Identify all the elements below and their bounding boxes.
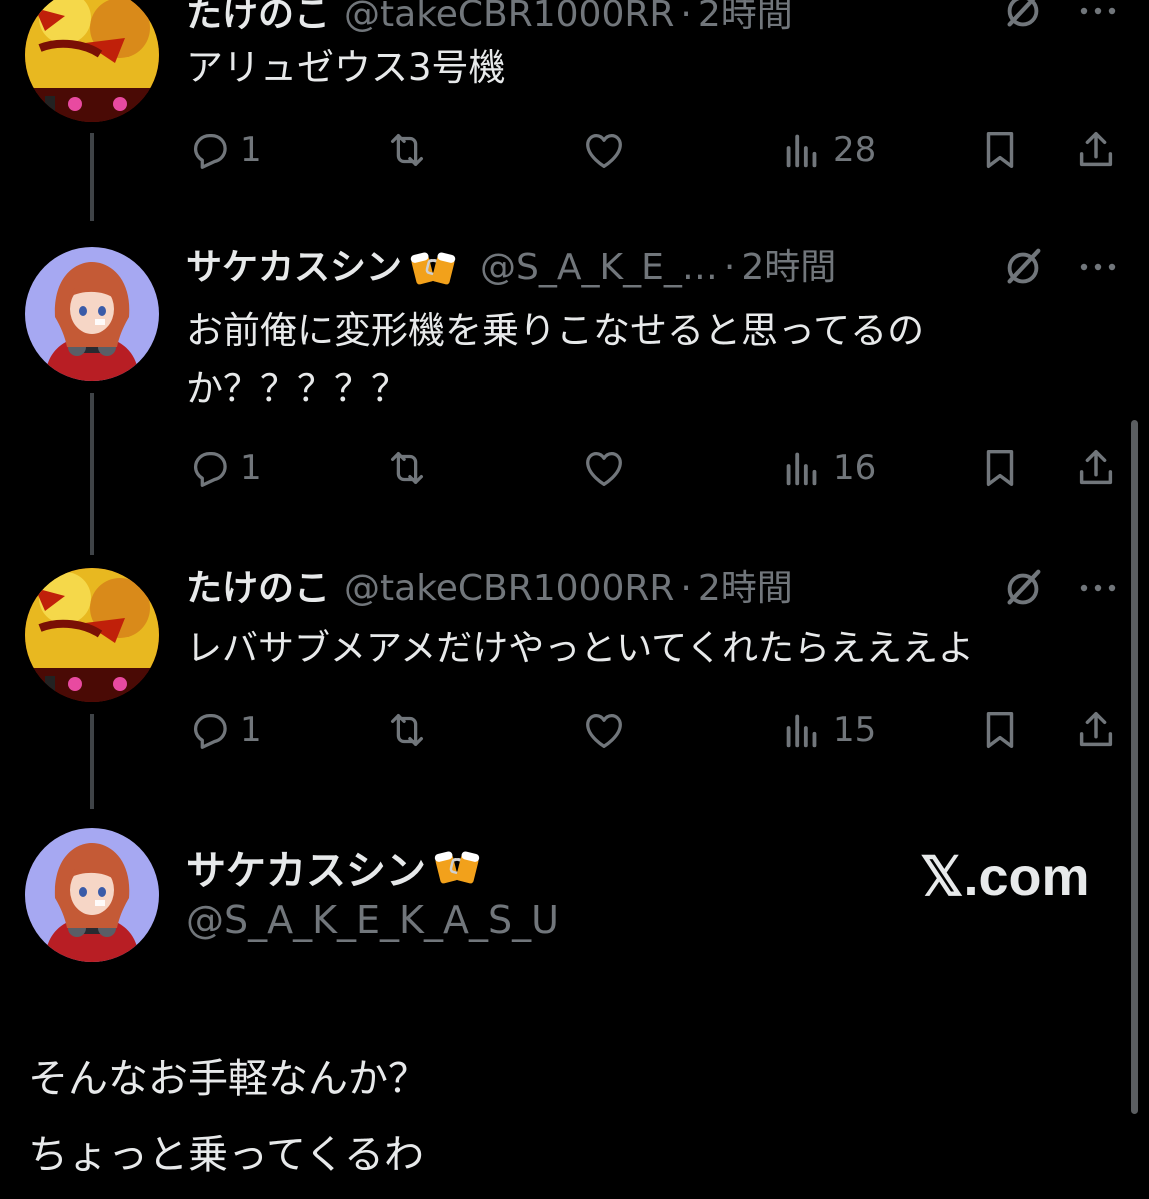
tweet-text-line: ちょっと乗ってくるわ — [28, 1132, 424, 1178]
separator: · — [680, 568, 692, 609]
retweet-icon — [384, 707, 430, 753]
display-name[interactable]: たけのこ — [186, 562, 330, 616]
share-button[interactable] — [1073, 705, 1119, 755]
timestamp[interactable]: 2時間 — [698, 0, 793, 42]
grok-icon[interactable] — [1000, 245, 1046, 291]
tweet-text-line: アリュゼウス3号機 — [186, 46, 506, 89]
pachinko-avatar-image — [25, 568, 159, 702]
grok-icon[interactable] — [1000, 566, 1046, 612]
reply-count: 1 — [240, 710, 262, 750]
tweet-text-line: レバサブメアメだけやっといてくれたらえええよ — [186, 628, 975, 669]
action-bar: 1 16 — [0, 443, 1149, 493]
reply-icon — [186, 127, 232, 173]
avatar[interactable] — [25, 0, 159, 122]
beer-emoji — [432, 846, 482, 888]
share-button[interactable] — [1073, 443, 1119, 493]
retweet-button[interactable] — [384, 125, 430, 175]
avatar[interactable] — [25, 247, 159, 381]
tweet-text-line: か？？？？？ — [186, 367, 408, 410]
like-icon — [581, 127, 627, 173]
views-count: 28 — [833, 130, 877, 170]
tweet-text: アリュゼウス3号機 — [186, 39, 1086, 97]
pachinko-avatar-image — [25, 0, 159, 122]
user-handle[interactable]: @takeCBR1000RR — [344, 0, 674, 42]
reply-button[interactable]: 1 — [186, 125, 262, 175]
avatar[interactable] — [25, 828, 159, 962]
bookmark-button[interactable] — [977, 443, 1023, 493]
user-handle[interactable]: @S_A_K_E_… — [480, 241, 718, 295]
tweet-header: たけのこ @takeCBR1000RR · 2時間 — [186, 0, 793, 42]
share-button[interactable] — [1073, 125, 1119, 175]
retweet-icon — [384, 445, 430, 491]
avatar[interactable] — [25, 568, 159, 702]
bookmark-button[interactable] — [977, 705, 1023, 755]
reply-button[interactable]: 1 — [186, 705, 262, 755]
views-icon — [779, 445, 825, 491]
reply-icon — [186, 707, 232, 753]
retweet-button[interactable] — [384, 705, 430, 755]
reply-icon — [186, 445, 232, 491]
display-name[interactable]: たけのこ — [186, 0, 330, 42]
bookmark-icon — [977, 127, 1023, 173]
x-com-logo: 𝕏.com — [920, 847, 1090, 907]
user-handle[interactable]: @takeCBR1000RR — [344, 562, 674, 616]
retweet-icon — [384, 127, 430, 173]
more-icon[interactable] — [1078, 578, 1118, 598]
more-icon[interactable] — [1078, 1, 1118, 21]
anime-girl-avatar-image — [25, 247, 159, 381]
views-count: 16 — [833, 448, 877, 488]
timestamp[interactable]: 2時間 — [741, 241, 836, 295]
share-icon — [1073, 127, 1119, 173]
action-bar: 1 28 — [0, 125, 1149, 175]
scrollbar[interactable] — [1131, 420, 1138, 1114]
like-button[interactable] — [581, 443, 627, 493]
views-icon — [779, 127, 825, 173]
action-bar: 1 15 — [0, 705, 1149, 755]
like-button[interactable] — [581, 705, 627, 755]
views-button[interactable]: 15 — [779, 705, 876, 755]
bookmark-button[interactable] — [977, 125, 1023, 175]
display-name[interactable]: サケカスシン — [186, 838, 490, 896]
bookmark-icon — [977, 445, 1023, 491]
tweet-text-line: そんなお手軽なんか？ — [28, 1056, 428, 1102]
views-count: 15 — [833, 710, 877, 750]
views-button[interactable]: 16 — [779, 443, 876, 493]
tweet-text: レバサブメアメだけやっといてくれたらえええよ — [186, 620, 1106, 678]
share-icon — [1073, 707, 1119, 753]
grok-icon[interactable] — [1000, 0, 1046, 34]
views-button[interactable]: 28 — [779, 125, 876, 175]
timestamp[interactable]: 2時間 — [698, 562, 793, 616]
separator: · — [723, 247, 736, 288]
reply-button[interactable]: 1 — [186, 443, 262, 493]
tweet-header: サケカスシン @S_A_K_E_… · 2時間 — [186, 241, 836, 295]
like-icon — [581, 445, 627, 491]
reply-count: 1 — [240, 448, 262, 488]
separator: · — [680, 0, 692, 35]
share-icon — [1073, 445, 1119, 491]
tweet-text-line: お前俺に変形機を乗りこなせると思ってるの — [186, 309, 925, 352]
tweet-header: たけのこ @takeCBR1000RR · 2時間 — [186, 562, 793, 616]
retweet-button[interactable] — [384, 443, 430, 493]
anime-girl-avatar-image — [25, 828, 159, 962]
display-name[interactable]: サケカスシン — [186, 241, 402, 295]
more-icon[interactable] — [1078, 257, 1118, 277]
bookmark-icon — [977, 707, 1023, 753]
reply-count: 1 — [240, 130, 262, 170]
tweet-text: お前俺に変形機を乗りこなせると思ってるの か？？？？？ — [186, 302, 1086, 418]
views-icon — [779, 707, 825, 753]
beer-emoji — [408, 247, 458, 289]
like-button[interactable] — [581, 125, 627, 175]
display-name-text: サケカスシン — [186, 848, 426, 894]
like-icon — [581, 707, 627, 753]
user-handle[interactable]: @S_A_K_E_K_A_S_U — [186, 898, 559, 942]
